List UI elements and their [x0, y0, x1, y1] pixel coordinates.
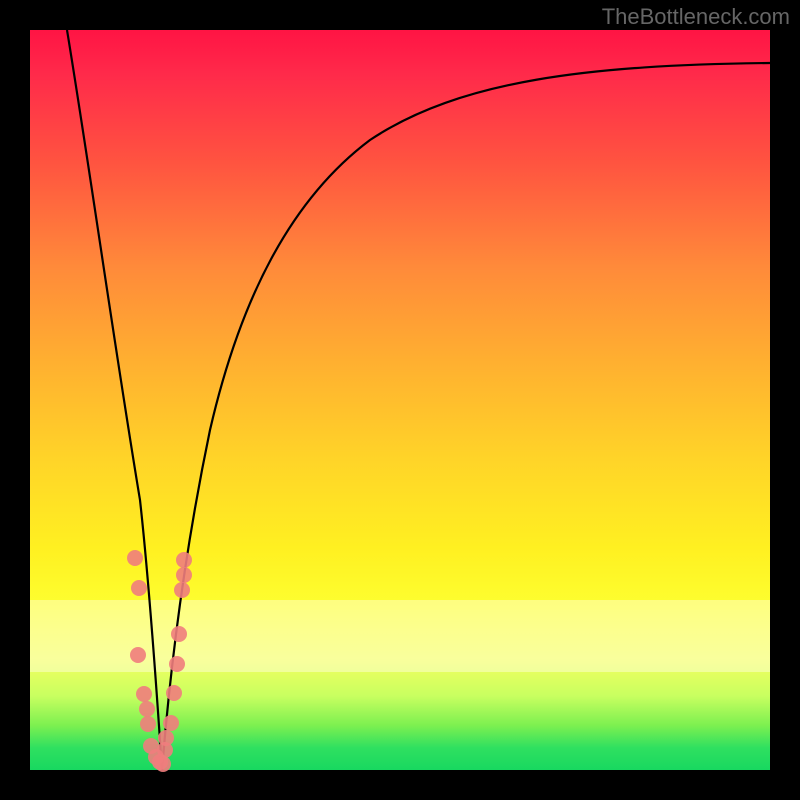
data-point: [176, 567, 192, 583]
chart-frame: TheBottleneck.com: [0, 0, 800, 800]
data-point: [163, 715, 179, 731]
data-point: [155, 756, 171, 772]
bottleneck-curve-right: [162, 63, 770, 770]
data-point: [171, 626, 187, 642]
data-point: [140, 716, 156, 732]
bottleneck-curve-left: [67, 30, 162, 770]
data-point: [139, 701, 155, 717]
data-point: [176, 552, 192, 568]
data-point: [166, 685, 182, 701]
plot-area: [30, 30, 770, 770]
data-point: [131, 580, 147, 596]
watermark: TheBottleneck.com: [602, 4, 790, 30]
data-point: [130, 647, 146, 663]
data-point: [127, 550, 143, 566]
data-point: [169, 656, 185, 672]
data-point: [158, 730, 174, 746]
data-point: [174, 582, 190, 598]
data-point: [136, 686, 152, 702]
